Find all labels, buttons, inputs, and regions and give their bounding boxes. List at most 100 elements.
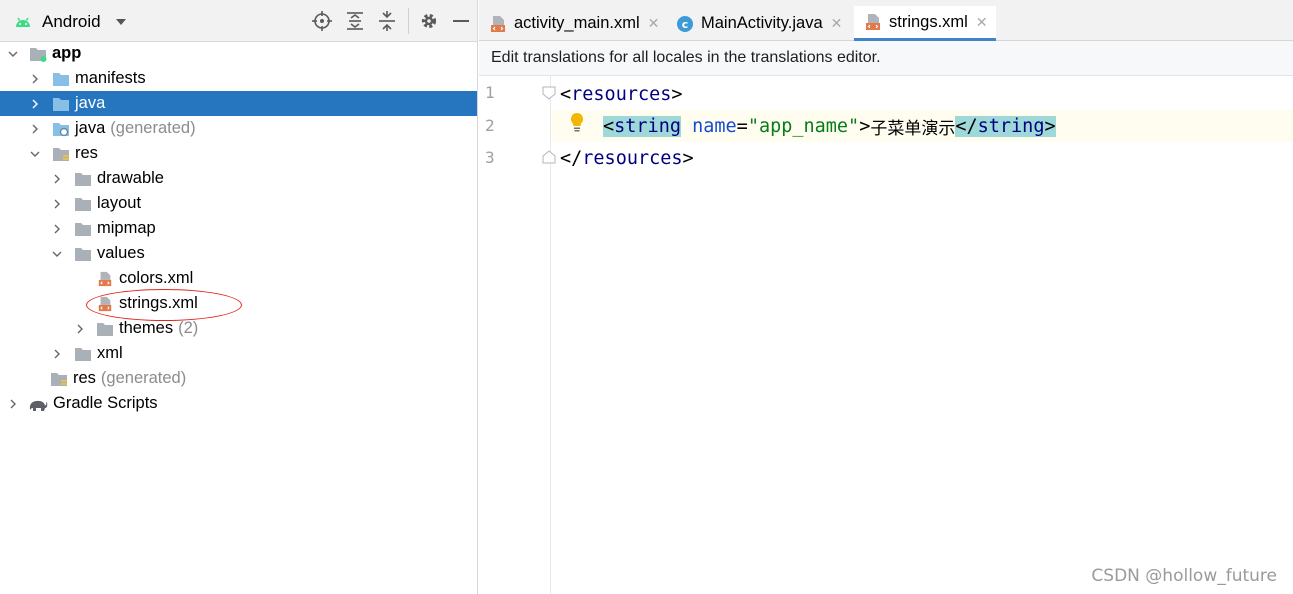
locate-icon[interactable] [312, 11, 332, 31]
tree-item-app[interactable]: app [0, 41, 477, 66]
tab-strings-xml[interactable]: strings.xml ✕ [854, 6, 996, 41]
tree-item-label: values [97, 244, 145, 262]
line-number: 2 [485, 116, 495, 135]
chevron-right-icon[interactable] [52, 224, 62, 234]
folder-icon [75, 197, 91, 211]
tree-item-colors-xml[interactable]: colors.xml [0, 266, 477, 291]
close-icon[interactable]: ✕ [648, 15, 660, 32]
tree-item-label: layout [97, 194, 142, 212]
expand-all-icon[interactable] [345, 11, 365, 31]
code-token: 子菜单演示 [870, 118, 956, 139]
code-line-2: < string name = "app_name" > 子菜单演示 </string > [552, 110, 1293, 142]
code-token: > [1044, 115, 1056, 137]
tab-activity-main-xml[interactable]: activity_main.xml ✕ [489, 6, 659, 41]
tree-item-res[interactable]: res [0, 141, 477, 166]
code-token: string [977, 115, 1045, 137]
code-editor[interactable]: < resources > < string name = "app_name" > 子菜单演… [552, 76, 1293, 594]
folder-icon [75, 347, 91, 361]
chevron-down-icon [115, 19, 126, 25]
tree-item-label: res [73, 369, 96, 387]
tree-item-drawable[interactable]: drawable [0, 166, 477, 191]
collapse-all-icon[interactable] [377, 11, 397, 31]
chevron-down-icon[interactable] [52, 249, 62, 259]
java-class-icon: c [677, 15, 693, 32]
tree-item-java-generated[interactable]: java (generated) [0, 116, 477, 141]
translations-editor-banner[interactable]: Edit translations for all locales in the… [479, 41, 1293, 76]
code-token: > [671, 83, 683, 105]
tree-item-res-generated[interactable]: res (generated) [0, 366, 477, 391]
code-token: resources [571, 83, 672, 105]
tree-item-label: java [75, 94, 106, 112]
chevron-right-icon[interactable] [8, 399, 18, 409]
editor-tab-bar: activity_main.xml ✕ c MainActivity.java … [479, 0, 1293, 41]
line-number: 1 [485, 83, 495, 102]
close-icon[interactable]: ✕ [976, 14, 988, 31]
line-number: 3 [485, 148, 495, 167]
code-line-1: < resources > [552, 78, 1293, 110]
chevron-right-icon[interactable] [52, 199, 62, 209]
folder-icon [75, 247, 91, 261]
code-line-3: </resources > [552, 142, 1293, 174]
tree-item-label: Gradle Scripts [53, 394, 158, 412]
gear-icon[interactable] [419, 11, 439, 31]
banner-text: Edit translations for all locales in the… [491, 49, 881, 66]
chevron-right-icon[interactable] [30, 124, 40, 134]
tree-item-gradle-scripts[interactable]: Gradle Scripts [0, 391, 477, 416]
tree-item-layout[interactable]: layout [0, 191, 477, 216]
tree-item-label: app [52, 44, 82, 62]
folder-icon [75, 172, 91, 186]
code-token: </ [560, 147, 583, 169]
xml-file-icon [491, 15, 505, 32]
code-token: = [736, 115, 748, 137]
header-divider [408, 8, 409, 34]
tree-item-manifests[interactable]: manifests [0, 66, 477, 91]
tree-item-label: manifests [75, 69, 146, 87]
tree-item-themes[interactable]: themes (2) [0, 316, 477, 341]
tab-main-activity-java[interactable]: c MainActivity.java ✕ [676, 6, 842, 41]
tree-item-label: res [75, 144, 98, 162]
project-view-selector[interactable]: Android [14, 10, 127, 34]
lightbulb-icon[interactable] [569, 112, 585, 132]
chevron-right-icon[interactable] [30, 74, 40, 84]
res-folder-icon [53, 147, 69, 161]
tree-item-xml[interactable]: xml [0, 341, 477, 366]
xml-file-icon [98, 271, 112, 286]
project-panel-header: Android [0, 0, 477, 42]
code-token: </ [955, 115, 978, 137]
code-token: string [614, 115, 681, 137]
folder-icon [75, 222, 91, 236]
chevron-down-icon[interactable] [30, 149, 40, 159]
svg-text:c: c [682, 18, 689, 31]
tree-item-label: strings.xml [119, 294, 198, 312]
code-token: < [603, 115, 615, 137]
chevron-right-icon[interactable] [75, 324, 85, 334]
res-folder-icon [51, 372, 67, 386]
tree-item-label: xml [97, 344, 123, 362]
tree-item-strings-xml[interactable]: strings.xml [0, 291, 477, 316]
tree-item-label: drawable [97, 169, 164, 187]
xml-file-icon [98, 296, 112, 311]
tree-item-label: mipmap [97, 219, 156, 237]
tree-item-mipmap[interactable]: mipmap [0, 216, 477, 241]
folder-icon [53, 97, 69, 111]
gradle-elephant-icon [29, 400, 48, 411]
chevron-right-icon[interactable] [30, 99, 40, 109]
minimize-icon[interactable] [451, 11, 471, 31]
tree-item-extra: (2) [178, 319, 199, 337]
editor-gutter: 1 2 3 [479, 76, 556, 594]
project-tool-window: Android app manifests java java (generat… [0, 0, 478, 594]
code-token: > [682, 147, 694, 169]
chevron-down-icon[interactable] [8, 49, 18, 59]
chevron-right-icon[interactable] [52, 349, 62, 359]
close-icon[interactable]: ✕ [831, 15, 843, 32]
tree-item-values[interactable]: values [0, 241, 477, 266]
tree-item-label: themes [119, 319, 174, 337]
tree-item-java[interactable]: java [0, 91, 477, 116]
tree-item-label: java [75, 119, 106, 137]
editor-area: activity_main.xml ✕ c MainActivity.java … [479, 0, 1293, 594]
chevron-right-icon[interactable] [52, 174, 62, 184]
module-folder-icon [30, 47, 47, 62]
tab-label: activity_main.xml [514, 14, 640, 32]
xml-file-icon [866, 14, 880, 30]
code-token: name [692, 115, 737, 137]
